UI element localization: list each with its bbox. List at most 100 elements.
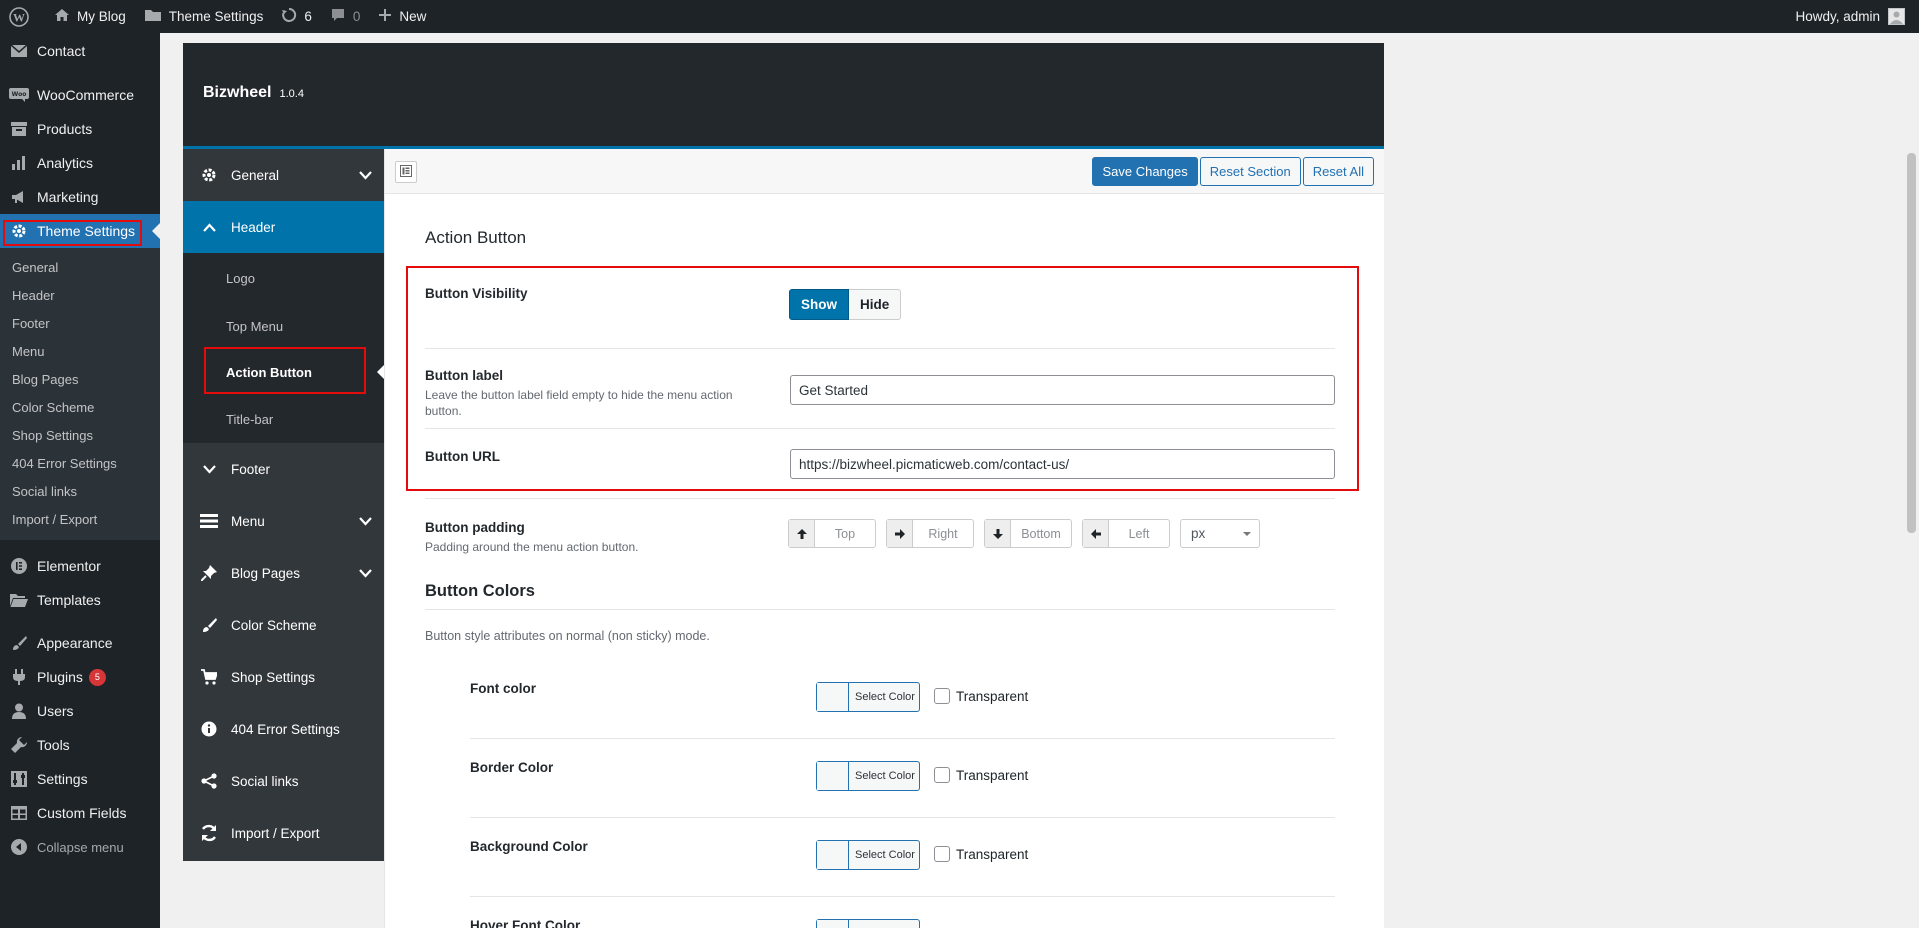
transparent-checkbox[interactable]: [934, 767, 950, 783]
transparent-label: Transparent: [956, 846, 1029, 862]
submenu-item[interactable]: Footer: [0, 309, 160, 337]
border-color-picker[interactable]: Select Color: [816, 761, 920, 791]
submenu-item[interactable]: Header: [0, 281, 160, 309]
menu-products[interactable]: Products: [0, 112, 160, 146]
padding-top-placeholder: Top: [834, 526, 856, 541]
reset-all-button[interactable]: Reset All: [1302, 157, 1374, 186]
menu-templates[interactable]: Templates: [0, 583, 160, 617]
svg-text:W: W: [13, 10, 25, 24]
save-changes-button[interactable]: Save Changes: [1092, 157, 1198, 186]
menu-analytics[interactable]: Analytics: [0, 146, 160, 180]
avatar: [1888, 8, 1905, 25]
submenu-item[interactable]: Import / Export: [0, 505, 160, 533]
menu-elementor[interactable]: Elementor: [0, 549, 160, 583]
redux-nav-top-menu[interactable]: Top Menu: [183, 303, 384, 349]
redux-nav-header-label: Header: [231, 219, 276, 235]
border-color-transparent[interactable]: Transparent: [934, 767, 1028, 783]
redux-nav-action-button[interactable]: Action Button: [183, 349, 384, 395]
background-color-picker[interactable]: Select Color: [816, 840, 920, 870]
font-color-label: Font color: [470, 681, 536, 696]
font-color-transparent[interactable]: Transparent: [934, 688, 1028, 704]
gear-icon: [199, 167, 219, 183]
updates-link[interactable]: 6: [272, 0, 321, 33]
page-scrollbar[interactable]: [1904, 33, 1919, 928]
visibility-hide-button[interactable]: Hide: [849, 289, 902, 320]
hover-font-color-picker[interactable]: Select Color: [816, 919, 920, 928]
visibility-toggle: Show Hide: [789, 289, 902, 320]
mail-icon: [9, 41, 29, 61]
menu-appearance[interactable]: Appearance: [0, 626, 160, 660]
site-name: My Blog: [77, 9, 126, 24]
menu-plugins-label: Plugins: [37, 669, 83, 685]
background-color-transparent[interactable]: Transparent: [934, 846, 1028, 862]
my-account[interactable]: Howdy, admin: [1795, 8, 1919, 25]
padding-left-placeholder: Left: [1128, 526, 1150, 541]
button-label-label: Button label: [425, 368, 503, 383]
megaphone-icon: [9, 187, 29, 207]
collapse-menu-button[interactable]: Collapse menu: [0, 830, 160, 864]
menu-woocommerce[interactable]: Woo WooCommerce: [0, 78, 160, 112]
menu-users[interactable]: Users: [0, 694, 160, 728]
redux-nav-blog-pages[interactable]: Blog Pages: [183, 547, 384, 599]
theme-settings-submenu: General Header Footer Menu Blog Pages Co…: [0, 248, 160, 540]
theme-settings-link[interactable]: Theme Settings: [135, 0, 273, 33]
redux-sidebar: General Header Logo Top Menu Action Butt…: [183, 149, 384, 861]
redux-nav-social-links[interactable]: Social links: [183, 755, 384, 807]
submenu-item[interactable]: Menu: [0, 337, 160, 365]
new-content-link[interactable]: New: [369, 0, 435, 33]
menu-marketing[interactable]: Marketing: [0, 180, 160, 214]
redux-nav-logo[interactable]: Logo: [183, 253, 384, 303]
arrow-down-icon: [985, 520, 1011, 547]
redux-nav-color-scheme[interactable]: Color Scheme: [183, 599, 384, 651]
redux-nav-404-settings[interactable]: 404 Error Settings: [183, 703, 384, 755]
svg-text:Woo: Woo: [12, 91, 27, 98]
wordpress-logo-icon[interactable]: W: [0, 0, 45, 33]
redux-nav-header[interactable]: Header: [183, 201, 384, 253]
padding-right-input[interactable]: Right: [886, 519, 974, 548]
reset-section-button[interactable]: Reset Section: [1199, 157, 1301, 186]
menu-custom-fields[interactable]: Custom Fields: [0, 796, 160, 830]
transparent-checkbox[interactable]: [934, 688, 950, 704]
redux-nav-title-bar[interactable]: Title-bar: [183, 395, 384, 443]
redux-nav-menu[interactable]: Menu: [183, 495, 384, 547]
padding-top-input[interactable]: Top: [788, 519, 876, 548]
background-color-label: Background Color: [470, 839, 588, 854]
submenu-item[interactable]: 404 Error Settings: [0, 449, 160, 477]
redux-nav-general[interactable]: General: [183, 149, 384, 201]
submenu-item[interactable]: Shop Settings: [0, 421, 160, 449]
padding-unit-select[interactable]: px: [1180, 519, 1260, 548]
padding-bottom-input[interactable]: Bottom: [984, 519, 1072, 548]
redux-nav-shop-settings[interactable]: Shop Settings: [183, 651, 384, 703]
menu-woocommerce-label: WooCommerce: [37, 87, 134, 103]
font-color-picker[interactable]: Select Color: [816, 682, 920, 712]
menu-contact[interactable]: Contact: [0, 33, 160, 69]
submenu-item[interactable]: General: [0, 253, 160, 281]
chevron-down-icon: [199, 464, 219, 474]
visibility-show-button[interactable]: Show: [789, 289, 849, 320]
submenu-item[interactable]: Blog Pages: [0, 365, 160, 393]
submenu-item[interactable]: Color Scheme: [0, 393, 160, 421]
menu-marketing-label: Marketing: [37, 189, 99, 205]
menu-theme-settings[interactable]: Theme Settings: [0, 214, 160, 248]
comments-count: 0: [352, 9, 361, 24]
submenu-item[interactable]: Social links: [0, 477, 160, 505]
menu-tools[interactable]: Tools: [0, 728, 160, 762]
comments-link[interactable]: 0: [321, 0, 370, 33]
padding-left-input[interactable]: Left: [1082, 519, 1170, 548]
redux-nav-footer[interactable]: Footer: [183, 443, 384, 495]
chevron-down-icon: [1243, 532, 1251, 540]
menu-plugins[interactable]: Plugins 5: [0, 660, 160, 694]
scrollbar-thumb[interactable]: [1907, 153, 1916, 533]
menu-settings[interactable]: Settings: [0, 762, 160, 796]
chevron-down-icon: [359, 514, 372, 529]
hamburger-icon: [199, 513, 219, 529]
expand-options-button[interactable]: [395, 161, 417, 183]
transparent-checkbox[interactable]: [934, 846, 950, 862]
plugins-update-badge: 5: [88, 668, 106, 686]
border-color-label: Border Color: [470, 760, 554, 775]
button-url-input[interactable]: https://bizwheel.picmaticweb.com/contact…: [790, 449, 1335, 479]
button-label-input[interactable]: Get Started: [790, 375, 1335, 405]
redux-nav-import-export[interactable]: Import / Export: [183, 807, 384, 859]
menu-users-label: Users: [37, 703, 74, 719]
site-name-link[interactable]: My Blog: [45, 0, 135, 33]
